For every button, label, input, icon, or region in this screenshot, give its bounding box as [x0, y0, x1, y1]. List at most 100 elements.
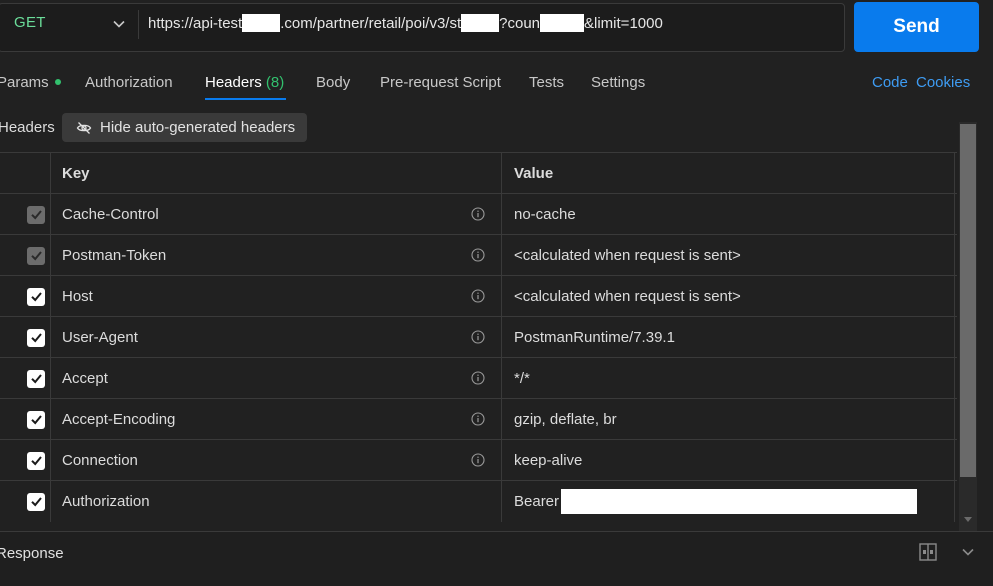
row-value-cell[interactable]: Bearer	[503, 481, 955, 522]
row-value-cell[interactable]: gzip, deflate, br	[503, 399, 955, 440]
check-column-header	[0, 153, 51, 194]
row-checkbox	[27, 246, 45, 265]
row-checkbox[interactable]	[27, 492, 45, 511]
scroll-down-arrow-icon[interactable]	[963, 516, 973, 524]
header-value: no-cache	[514, 206, 576, 223]
header-value: Bearer	[514, 493, 560, 510]
hide-auto-generated-headers-button[interactable]: Hide auto-generated headers	[62, 113, 307, 142]
code-link[interactable]: Code	[872, 74, 908, 91]
row-key-cell[interactable]: User-Agent	[52, 317, 502, 358]
row-value-cell[interactable]: <calculated when request is sent>	[503, 276, 955, 317]
table-row[interactable]: Host <calculated when request is sent>	[0, 275, 957, 317]
redaction-block	[242, 14, 281, 32]
headers-section-label: Headers	[0, 119, 55, 136]
table-row[interactable]: Accept-Encoding gzip, deflate, br	[0, 398, 957, 440]
header-key: Postman-Token	[62, 247, 167, 264]
send-button[interactable]: Send	[854, 2, 979, 52]
response-label[interactable]: Response	[0, 545, 64, 562]
row-checkbox-cell	[0, 481, 51, 522]
row-key-cell[interactable]: Cache-Control	[52, 194, 502, 235]
tab-tests[interactable]: Tests	[529, 74, 564, 91]
cookies-link[interactable]: Cookies	[916, 74, 970, 91]
row-checkbox[interactable]	[27, 328, 45, 347]
checkmark-icon	[30, 374, 42, 384]
url-part: .com/partner/retail/poi/v3/st	[280, 15, 462, 32]
url-part: https://api-test	[148, 15, 243, 32]
row-value-cell[interactable]: keep-alive	[503, 440, 955, 481]
table-row[interactable]: Cache-Control no-cache	[0, 193, 957, 235]
row-checkbox-cell	[0, 358, 51, 399]
row-checkbox-cell	[0, 399, 51, 440]
eye-off-icon	[76, 121, 92, 134]
checkmark-icon	[30, 333, 42, 343]
header-key: Connection	[62, 452, 138, 469]
tab-body[interactable]: Body	[316, 74, 350, 91]
info-icon[interactable]	[471, 371, 485, 385]
info-icon[interactable]	[471, 330, 485, 344]
header-key: User-Agent	[62, 329, 138, 346]
row-value-cell[interactable]: PostmanRuntime/7.39.1	[503, 317, 955, 358]
table-row[interactable]: Accept */*	[0, 357, 957, 399]
tab-params[interactable]: Params	[0, 74, 61, 91]
checkmark-icon	[30, 292, 42, 302]
tab-headers[interactable]: Headers (8)	[205, 74, 284, 91]
info-icon[interactable]	[471, 248, 485, 262]
header-value: gzip, deflate, br	[514, 411, 617, 428]
tab-pre-request-script[interactable]: Pre-request Script	[380, 74, 501, 91]
row-checkbox[interactable]	[27, 287, 45, 306]
tab-authorization[interactable]: Authorization	[85, 74, 173, 91]
tab-headers-label: Headers	[205, 74, 262, 91]
method-select[interactable]: GET	[14, 14, 46, 31]
chevron-down-icon[interactable]	[112, 17, 126, 31]
checkmark-icon	[30, 456, 42, 466]
info-icon[interactable]	[471, 289, 485, 303]
row-value-cell[interactable]: */*	[503, 358, 955, 399]
redaction-block	[540, 14, 585, 32]
redaction-block	[561, 489, 918, 514]
row-checkbox-cell	[0, 317, 51, 358]
header-key: Accept-Encoding	[62, 411, 176, 428]
url-part: ?coun	[499, 15, 541, 32]
header-value: */*	[514, 370, 530, 387]
row-checkbox-cell	[0, 235, 51, 276]
row-key-cell[interactable]: Connection	[52, 440, 502, 481]
table-header-row: Key Value	[0, 152, 957, 194]
info-icon[interactable]	[471, 453, 485, 467]
header-key: Cache-Control	[62, 206, 159, 223]
value-column-header: Value	[503, 153, 955, 194]
table-row[interactable]: Authorization Bearer	[0, 480, 957, 522]
table-row[interactable]: Connection keep-alive	[0, 439, 957, 481]
row-value-cell[interactable]: no-cache	[503, 194, 955, 235]
row-checkbox[interactable]	[27, 451, 45, 470]
active-tab-indicator	[205, 98, 286, 100]
chevron-down-icon[interactable]	[961, 545, 975, 559]
key-column-header: Key	[52, 153, 502, 194]
row-key-cell[interactable]: Accept	[52, 358, 502, 399]
checkmark-icon	[30, 415, 42, 425]
row-key-cell[interactable]: Authorization	[52, 481, 502, 522]
row-checkbox[interactable]	[27, 369, 45, 388]
scrollbar-thumb[interactable]	[960, 124, 976, 477]
info-icon[interactable]	[471, 207, 485, 221]
params-active-dot	[54, 79, 61, 85]
checkmark-icon	[30, 497, 42, 507]
row-value-cell[interactable]: <calculated when request is sent>	[503, 235, 955, 276]
hide-button-label: Hide auto-generated headers	[100, 119, 296, 136]
checkmark-icon	[30, 210, 42, 220]
url-divider	[138, 10, 139, 39]
header-key: Host	[62, 288, 93, 305]
url-input[interactable]: https://api-test .com/partner/retail/poi/…	[148, 14, 663, 32]
header-value: PostmanRuntime/7.39.1	[514, 329, 675, 346]
info-icon[interactable]	[471, 412, 485, 426]
headers-table: Key Value Cache-Control no-cache Postman-T…	[0, 152, 957, 532]
table-row[interactable]: User-Agent PostmanRuntime/7.39.1	[0, 316, 957, 358]
tab-settings[interactable]: Settings	[591, 74, 645, 91]
table-row[interactable]: Postman-Token <calculated when request is…	[0, 234, 957, 276]
row-checkbox-cell	[0, 440, 51, 481]
layout-toggle-icon[interactable]	[919, 543, 937, 561]
row-checkbox[interactable]	[27, 410, 45, 429]
row-key-cell[interactable]: Host	[52, 276, 502, 317]
url-part: &limit=1000	[584, 15, 663, 32]
row-key-cell[interactable]: Accept-Encoding	[52, 399, 502, 440]
row-key-cell[interactable]: Postman-Token	[52, 235, 502, 276]
